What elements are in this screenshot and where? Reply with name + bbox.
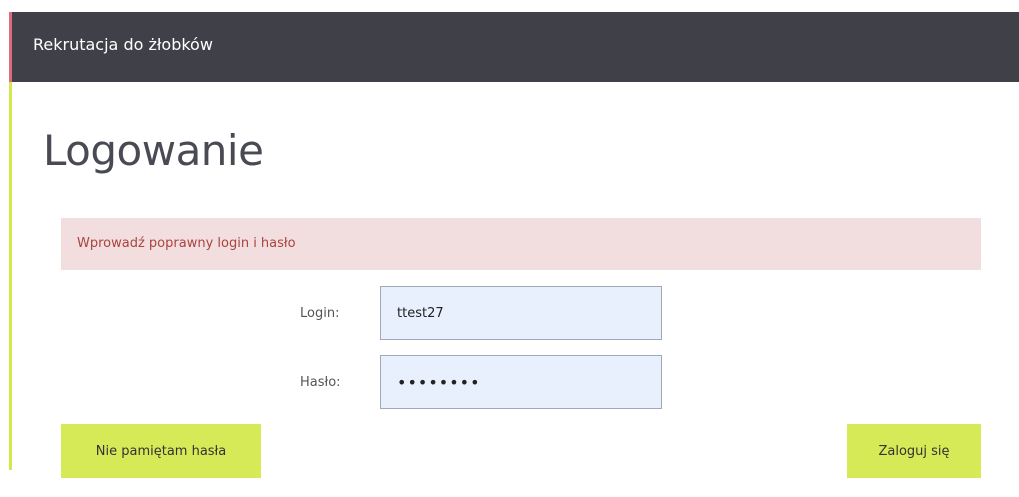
app-title: Rekrutacja do żłobków: [33, 35, 213, 54]
login-button[interactable]: Zaloguj się: [847, 424, 981, 478]
page-title: Logowanie: [43, 126, 264, 175]
login-input[interactable]: [380, 286, 662, 340]
login-label: Login:: [300, 306, 340, 321]
error-alert: Wprowadź poprawny login i hasło: [61, 218, 981, 270]
side-accent-bar: [9, 82, 12, 470]
error-alert-text: Wprowadź poprawny login i hasło: [77, 236, 296, 251]
login-page: Rekrutacja do żłobków Logowanie Wprowadź…: [0, 0, 1019, 497]
app-header: Rekrutacja do żłobków: [9, 12, 1019, 82]
password-input[interactable]: [380, 355, 662, 409]
forgot-password-button[interactable]: Nie pamiętam hasła: [61, 424, 261, 478]
password-label: Hasło:: [300, 375, 341, 390]
